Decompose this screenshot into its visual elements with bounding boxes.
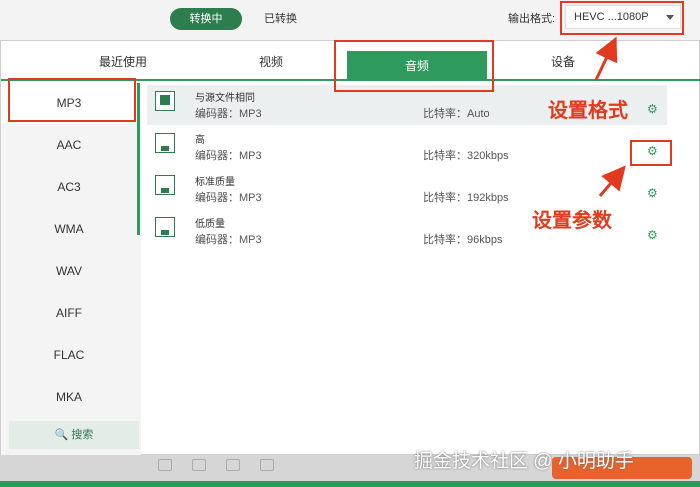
annotation-arrows xyxy=(594,36,626,197)
annotation-set-format: 设置格式 xyxy=(548,100,628,122)
annotation-set-params: 设置参数 xyxy=(532,210,612,232)
watermark: 掘金技术社区 @ 小明助手 xyxy=(414,451,634,472)
